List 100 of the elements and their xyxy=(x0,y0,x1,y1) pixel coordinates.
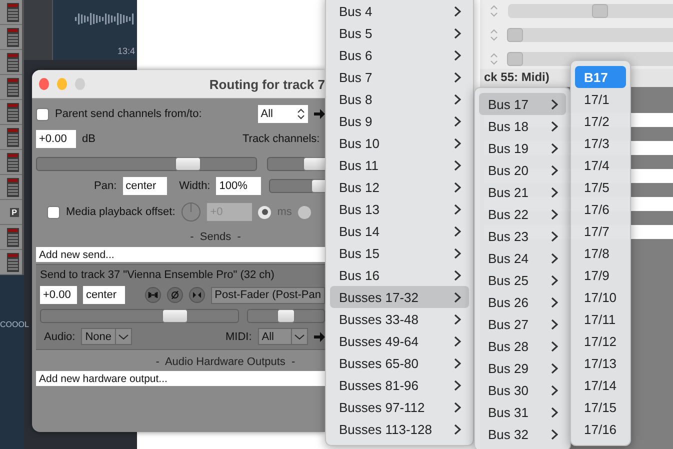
menu-item[interactable]: Busses 17-32 xyxy=(330,286,469,308)
menu-item[interactable]: 17/5 xyxy=(575,176,626,198)
menu-item[interactable]: Bus 18 xyxy=(479,115,566,137)
meter-icon xyxy=(7,102,19,122)
mute-button[interactable] xyxy=(144,287,161,303)
checkbox[interactable] xyxy=(36,108,49,120)
chevron-right-icon xyxy=(551,252,558,264)
menu-item[interactable]: Bus 21 xyxy=(479,181,566,203)
menu-item[interactable]: Bus 15 xyxy=(330,242,469,264)
audio-dropdown[interactable]: None xyxy=(81,328,132,345)
chevron-right-icon xyxy=(454,72,461,82)
menu-item[interactable]: 17/1 xyxy=(575,88,626,110)
menu-item[interactable]: 17/4 xyxy=(575,154,626,176)
meter-icon xyxy=(7,2,19,22)
menu-item[interactable]: Bus 7 xyxy=(330,66,469,88)
menu-item[interactable]: Bus 11 xyxy=(330,154,469,176)
menu-item[interactable]: Bus 6 xyxy=(330,44,469,66)
chevron-right-icon xyxy=(551,340,558,352)
menu-item[interactable]: Busses 33-48 xyxy=(330,308,469,330)
volume-slider[interactable] xyxy=(36,157,257,171)
menu-item[interactable]: Bus 24 xyxy=(479,247,566,269)
menu-item[interactable]: Bus 23 xyxy=(479,225,566,247)
menu-item[interactable]: Bus 10 xyxy=(330,132,469,154)
caret-icon xyxy=(114,329,130,344)
mono-button[interactable] xyxy=(188,287,205,303)
checkbox-label: Parent send channels from/to: xyxy=(55,108,202,120)
window-title: Routing for track 7 xyxy=(209,76,325,92)
menu-item[interactable]: Bus 12 xyxy=(330,176,469,198)
menu-item[interactable]: 17/15 xyxy=(575,396,626,418)
midi-dropdown[interactable]: All xyxy=(258,328,308,345)
send-mode-dropdown[interactable]: Post-Fader (Post-Pan xyxy=(210,286,325,304)
menu-item[interactable]: Busses 97-112 xyxy=(330,396,469,418)
menu-item[interactable]: Busses 81-96 xyxy=(330,374,469,396)
send-pan-slider[interactable] xyxy=(247,309,325,323)
menu-item[interactable]: 17/10 xyxy=(575,286,626,308)
menu-item[interactable]: Bus 32 xyxy=(479,423,566,445)
send-volume-field[interactable]: +0.00 xyxy=(40,286,77,304)
chevron-right-icon xyxy=(454,226,461,236)
chevron-right-icon xyxy=(454,424,461,434)
menu-item[interactable]: Bus 13 xyxy=(330,198,469,220)
menu-item[interactable]: 17/8 xyxy=(575,242,626,264)
menu-item[interactable]: Bus 8 xyxy=(330,88,469,110)
close-button[interactable] xyxy=(39,78,50,90)
unit-label: dB xyxy=(82,133,96,145)
slider[interactable] xyxy=(508,4,673,18)
menu-item[interactable]: Bus 25 xyxy=(479,269,566,291)
meter-badge: P xyxy=(10,208,19,216)
chevron-right-icon xyxy=(551,384,558,396)
menu-item[interactable]: 17/7 xyxy=(575,220,626,242)
chevron-right-icon xyxy=(454,6,461,16)
chevron-right-icon xyxy=(454,116,461,126)
menu-item[interactable]: Bus 30 xyxy=(479,379,566,401)
menu-item[interactable]: Busses 113-128 xyxy=(330,418,469,440)
menu-item[interactable]: Bus 28 xyxy=(479,335,566,357)
meter-icon xyxy=(7,252,19,272)
arrow-right-icon xyxy=(314,332,325,342)
section-header: - Audio Hardware Outputs - xyxy=(156,356,296,368)
menu-item[interactable]: Bus 31 xyxy=(479,401,566,423)
send-pan-field[interactable]: center xyxy=(82,286,126,304)
menu-item[interactable]: Bus 29 xyxy=(479,357,566,379)
send-volume-slider[interactable] xyxy=(40,309,240,323)
menu-item[interactable]: 17/16 xyxy=(575,418,626,440)
menu-item[interactable]: Bus 17 xyxy=(479,93,566,115)
menu-item[interactable]: Bus 27 xyxy=(479,313,566,335)
chevron-right-icon xyxy=(551,230,558,242)
menu-item[interactable]: 17/3 xyxy=(575,132,626,154)
menu-item[interactable]: Bus 22 xyxy=(479,203,566,225)
menu-item[interactable]: 17/14 xyxy=(575,374,626,396)
menu-item[interactable]: Bus 4 xyxy=(330,0,469,22)
phase-button[interactable] xyxy=(166,287,183,303)
menu-item[interactable]: Bus 20 xyxy=(479,159,566,181)
timeline-label: 13:4 xyxy=(117,46,135,56)
add-output-dropdown[interactable]: Add new hardware output... xyxy=(36,371,325,386)
chevron-right-icon xyxy=(454,380,461,390)
menu-item[interactable]: 17/11 xyxy=(575,308,626,330)
menu-item[interactable]: 17/12 xyxy=(575,330,626,352)
menu-item[interactable]: Busses 65-80 xyxy=(330,352,469,374)
menu-item[interactable]: Bus 26 xyxy=(479,291,566,313)
slider[interactable] xyxy=(266,157,325,171)
menu-item[interactable]: Bus 16 xyxy=(330,264,469,286)
menu-item[interactable]: Bus 5 xyxy=(330,22,469,44)
slider[interactable] xyxy=(508,28,673,42)
chevron-right-icon xyxy=(454,314,461,324)
chevron-right-icon xyxy=(551,406,558,418)
width-field[interactable]: 100% xyxy=(216,177,261,195)
menu-item[interactable]: Bus 9 xyxy=(330,110,469,132)
menu-item[interactable]: Bus 19 xyxy=(479,137,566,159)
slider[interactable] xyxy=(268,179,325,193)
menu-item[interactable]: 17/2 xyxy=(575,110,626,132)
menu-item[interactable]: 17/9 xyxy=(575,264,626,286)
chevron-right-icon xyxy=(551,208,558,220)
chevron-right-icon xyxy=(454,204,461,214)
channel-select[interactable]: All xyxy=(258,105,308,123)
add-send-dropdown[interactable]: Add new send... xyxy=(36,247,325,262)
volume-field[interactable]: +0.00 xyxy=(36,130,76,148)
menu-item[interactable]: 17/13 xyxy=(575,352,626,374)
pan-field[interactable]: center xyxy=(122,177,168,195)
menu-item[interactable]: 17/6 xyxy=(575,198,626,220)
menu-item[interactable]: Busses 49-64 xyxy=(330,330,469,352)
menu-item[interactable]: Bus 14 xyxy=(330,220,469,242)
